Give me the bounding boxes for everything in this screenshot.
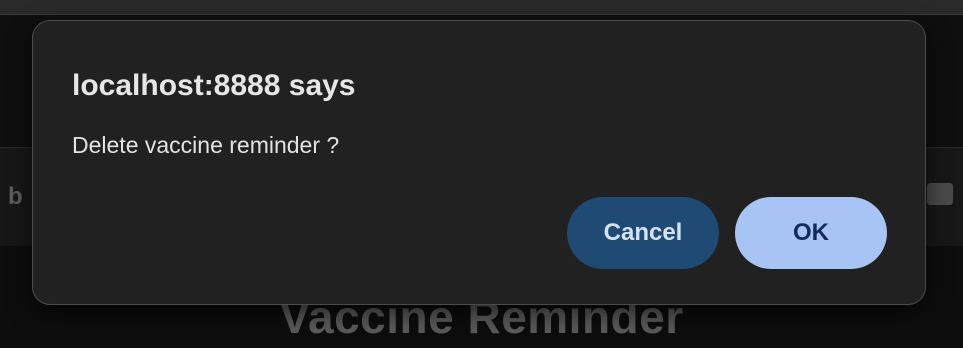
modal-overlay: localhost:8888 says Delete vaccine remin… bbox=[0, 0, 963, 348]
dialog-title: localhost:8888 says bbox=[72, 69, 356, 102]
cancel-button[interactable]: Cancel bbox=[567, 197, 719, 269]
dialog-message: Delete vaccine reminder ? bbox=[72, 132, 340, 158]
ok-button[interactable]: OK bbox=[735, 197, 887, 269]
confirm-dialog: localhost:8888 says Delete vaccine remin… bbox=[32, 20, 926, 305]
